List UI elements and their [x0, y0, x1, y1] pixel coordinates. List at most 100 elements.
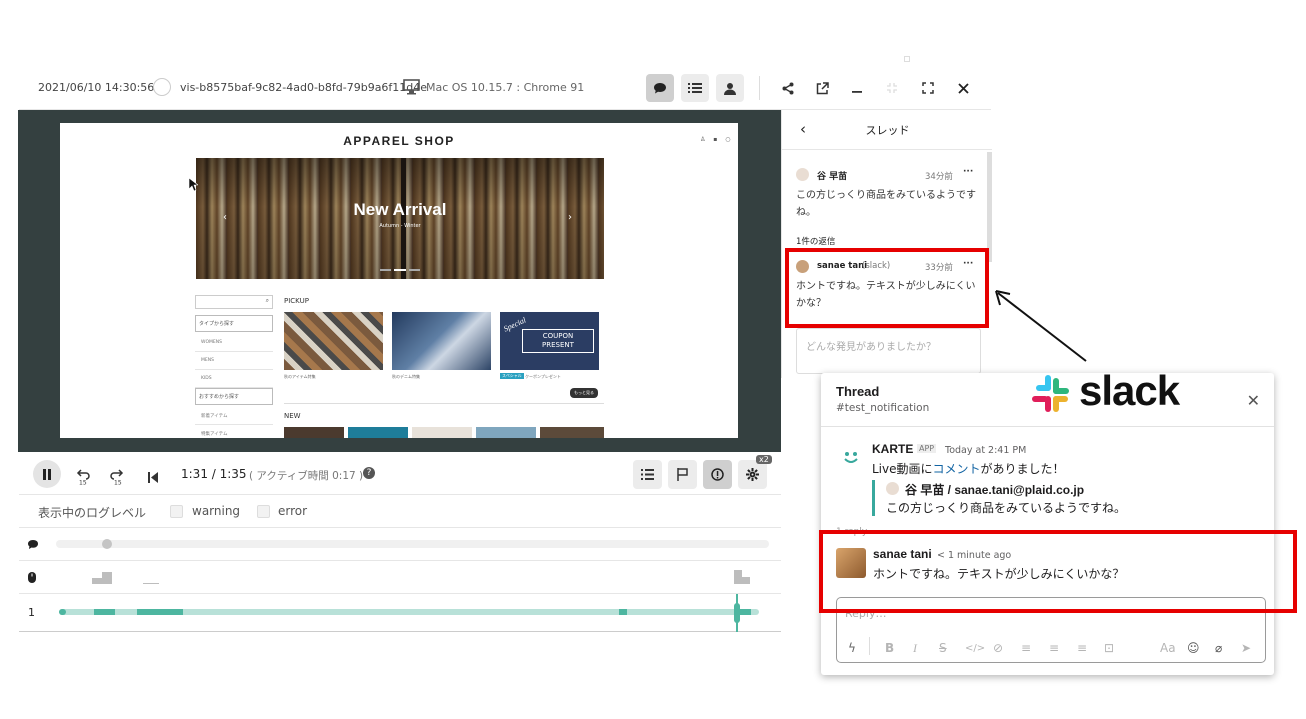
strikethrough-icon[interactable]: S — [939, 641, 947, 655]
shortcuts-icon[interactable]: ϟ — [848, 641, 856, 655]
format-toggle-icon[interactable]: Aa — [1160, 641, 1176, 655]
visitor-id: vis-b8575baf-9c82-4ad0-b8fd-79b9a6f11d4e — [180, 81, 428, 94]
mouse-activity — [143, 583, 159, 584]
site-search-box: ⌕ — [195, 295, 273, 309]
blockquote-icon[interactable]: ≡ — [1077, 641, 1087, 655]
warning-label: warning — [192, 504, 241, 518]
timeline-row-comments — [19, 528, 781, 561]
link-icon[interactable]: ⊘ — [993, 641, 1003, 655]
emoji-icon[interactable]: ☺ — [1187, 641, 1200, 655]
comment-icon — [654, 82, 666, 93]
skip-forward-button[interactable]: 15 — [105, 465, 129, 489]
comment-track[interactable] — [56, 540, 769, 548]
pickup-label: PICKUP — [284, 297, 309, 305]
msg1-author: 谷 早苗 — [817, 172, 848, 182]
playhead-handle[interactable] — [734, 603, 740, 623]
user-view-button[interactable] — [716, 74, 744, 102]
code-block-icon[interactable]: ⊡ — [1104, 641, 1114, 655]
header-divider — [759, 76, 760, 100]
slack-close-icon[interactable]: ✕ — [1247, 391, 1260, 410]
mouse-activity — [742, 577, 750, 584]
warning-checkbox[interactable] — [170, 505, 183, 518]
new-thumb — [476, 427, 536, 438]
pause-icon — [43, 468, 51, 480]
recorded-website: APPAREL SHOP ♙ ▪ ○ New Arrival Autumn - … — [60, 123, 738, 438]
comment-marker[interactable] — [102, 539, 112, 549]
pause-button[interactable] — [33, 460, 61, 488]
menu-item: WOMENS — [195, 334, 273, 352]
monitor-icon — [403, 79, 420, 99]
active-segment — [739, 609, 751, 615]
ordered-list-icon[interactable]: ≡ — [1021, 641, 1031, 655]
settings-button[interactable] — [738, 460, 767, 489]
attach-icon[interactable]: ⌀ — [1215, 641, 1222, 655]
bold-icon[interactable]: B — [885, 641, 894, 655]
list-icon — [688, 83, 702, 93]
flag-button[interactable] — [668, 460, 697, 489]
bot-name[interactable]: KARTE — [872, 442, 913, 456]
pickup-thumb-denim — [392, 312, 491, 370]
app-badge: APP — [917, 444, 937, 453]
error-checkbox[interactable] — [257, 505, 270, 518]
event-list-button[interactable] — [633, 460, 662, 489]
caption: 秋のアイテム特集 — [284, 374, 316, 379]
hero-title: New Arrival — [353, 200, 447, 219]
panel-scrollbar[interactable] — [987, 152, 992, 262]
info-button[interactable] — [703, 460, 732, 489]
bullet-list-icon[interactable]: ≡ — [1049, 641, 1059, 655]
fullscreen-icon[interactable] — [916, 76, 940, 100]
bot-message: Live動画にコメントがありました！ — [872, 460, 1065, 477]
mouse-icon — [28, 572, 36, 583]
send-icon[interactable]: ➤ — [1241, 641, 1251, 655]
forward-15-icon: 15 — [110, 469, 124, 485]
bot-text-post: がありました！ — [980, 462, 1065, 476]
msg1-time: 34分前 — [925, 172, 953, 182]
comment-view-button[interactable] — [646, 74, 674, 102]
code-icon[interactable]: </> — [965, 643, 985, 654]
log-level-bar: 表示中のログレベル warning error — [19, 497, 781, 528]
clipped-label — [904, 54, 984, 62]
reply-input[interactable]: どんな発見がありましたか？ — [796, 328, 981, 374]
composer-divider — [869, 637, 870, 655]
highlight-box — [785, 248, 989, 328]
menu-item: 特集アイテム — [195, 425, 273, 438]
reply-input-placeholder: どんな発見がありましたか？ — [806, 342, 936, 353]
bot-comment-link[interactable]: コメント — [933, 462, 981, 476]
hero-subtitle: Autumn - Winter — [379, 223, 421, 229]
menu-box-type: タイプから探す — [195, 315, 273, 332]
caption-tag: スペシャル — [500, 373, 524, 379]
player-controls: 15 15 1:31 / 1:35 ( アクティブ時間 0:17 ) ? x2 — [19, 455, 781, 495]
menu-item: MENS — [195, 352, 273, 370]
error-label: error — [278, 504, 308, 518]
new-thumb — [348, 427, 408, 438]
skip-back-button[interactable]: 15 — [71, 465, 95, 489]
user-icon — [724, 82, 736, 95]
log-level-label: 表示中のログレベル — [38, 506, 147, 520]
new-thumb — [412, 427, 472, 438]
side-menu: ⌕ タイプから探す WOMENS MENS KIDS おすすめから探す 新着アイ… — [195, 295, 273, 438]
italic-icon[interactable]: I — [913, 641, 917, 656]
section-divider — [284, 403, 604, 404]
coupon-line-2: PRESENT — [542, 341, 574, 349]
close-icon[interactable] — [951, 76, 975, 100]
list-view-button[interactable] — [681, 74, 709, 102]
skip-to-start-button[interactable] — [141, 465, 165, 489]
pickup-thumb-coupon: Special COUPON PRESENT — [500, 312, 599, 370]
hero-banner: New Arrival Autumn - Winter ‹ › — [196, 158, 604, 279]
page-row-label: 1 — [28, 606, 35, 619]
slack-thread-popup: Thread #test_notification ✕ slack KARTE … — [821, 367, 1274, 675]
help-icon[interactable]: ? — [363, 467, 375, 479]
share-icon[interactable] — [776, 76, 800, 100]
open-external-icon[interactable] — [810, 76, 834, 100]
coupon-badge: COUPON PRESENT — [522, 329, 594, 353]
quote-text: この方じっくり商品をみているようですね。 — [886, 501, 1127, 515]
svg-text:15: 15 — [114, 480, 122, 486]
slack-logo-icon — [1032, 375, 1069, 412]
minimize-icon[interactable] — [845, 76, 869, 100]
msg1-more-icon[interactable]: ··· — [963, 167, 973, 177]
visitor-avatar-icon — [153, 78, 171, 96]
restore-icon — [880, 76, 904, 100]
new-thumb — [284, 427, 344, 438]
hero-prev-icon: ‹ — [223, 212, 227, 223]
msg1-text: この方じっくり商品をみているようですね。 — [796, 190, 976, 218]
